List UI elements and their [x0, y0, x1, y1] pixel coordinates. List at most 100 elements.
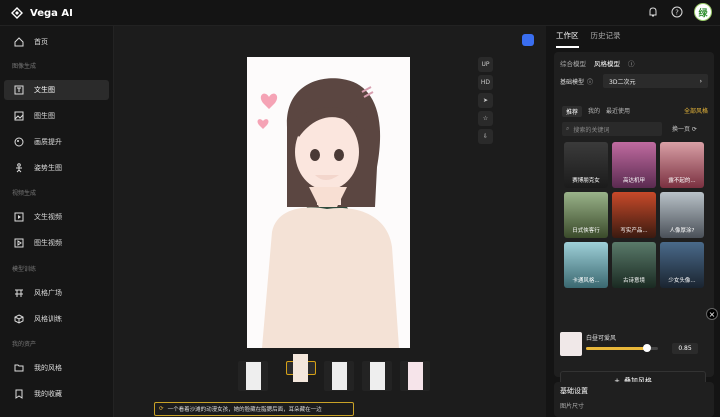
nav-img2img[interactable]: 图生图 [4, 106, 109, 126]
chevron-right-icon: › [699, 77, 702, 85]
nav-txt2video[interactable]: 文生视频 [4, 207, 109, 227]
base-model-value: 3D二次元 [609, 78, 636, 86]
current-style-row: 白昼可爱风 0.85 [560, 327, 706, 361]
app-name: Vega AI [30, 7, 73, 19]
app-logo[interactable]: Vega AI [10, 6, 73, 20]
tab-workspace[interactable]: 工作区 [556, 30, 579, 48]
swap-button[interactable]: 换一页 ⟳ [672, 124, 697, 133]
weight-slider-handle[interactable] [643, 344, 652, 352]
refresh-icon: ⟳ [159, 406, 164, 412]
nav-img2video[interactable]: 图生视频 [4, 233, 109, 253]
close-icon[interactable]: × [706, 308, 718, 320]
filter-recommend[interactable]: 推荐 [562, 106, 583, 117]
nav-label: 风格广场 [34, 289, 62, 297]
current-style-thumb [560, 332, 582, 356]
filter-mine[interactable]: 我的 [588, 106, 600, 117]
info-icon: ⓘ [587, 78, 594, 86]
thumbnail[interactable] [238, 361, 268, 391]
nav-style-square[interactable]: 风格广场 [4, 283, 109, 303]
folder-icon [14, 364, 24, 372]
weight-slider[interactable] [586, 344, 658, 352]
style-card-label: 写实产品... [620, 228, 648, 234]
generated-image[interactable] [247, 57, 410, 348]
thumbnail-strip [238, 354, 430, 391]
svg-text:?: ? [675, 9, 679, 17]
style-card-label: 高达机甲 [622, 178, 645, 184]
nav-pose[interactable]: 姿势生图 [4, 158, 109, 178]
info-icon: ⓘ [628, 60, 635, 68]
image-toolbar: UP HD ➤ ☆ ⇩ [478, 57, 493, 144]
nav-label: 图生视频 [34, 239, 62, 247]
base-model-select[interactable]: 3D二次元 › [603, 74, 708, 88]
nav-label: 文生图 [34, 86, 55, 94]
style-grid: 赛博朋克女 高达机甲 露不起的... 日式侠客行 写实产品... 人像厚涂? 卡… [564, 142, 704, 288]
nav-label: 文生视频 [34, 213, 62, 221]
subtab-general[interactable]: 综合模型 [560, 58, 586, 68]
nav-label: 风格训练 [34, 315, 62, 323]
style-card[interactable]: 露不起的... [660, 142, 704, 188]
star-icon[interactable]: ☆ [478, 111, 493, 126]
style-card[interactable]: 人像厚涂? [660, 192, 704, 238]
style-card[interactable]: 卡通风格... [564, 242, 608, 288]
basic-settings: 基础设置 图片尺寸 [554, 382, 714, 417]
nav-home[interactable]: 首页 [4, 32, 109, 52]
bell-icon[interactable] [646, 5, 660, 19]
thumbnail[interactable] [362, 361, 392, 391]
cursor-icon[interactable]: ➤ [478, 93, 493, 108]
nav-label: 姿势生图 [34, 164, 62, 172]
nav-upscale[interactable]: 画质提升 [4, 132, 109, 152]
right-panel: 工作区 历史记录 综合模型 风格模型 ⓘ 基础模型 ⓘ 3D二次元 › 推荐 我… [546, 26, 720, 417]
style-panel: 综合模型 风格模型 ⓘ 基础模型 ⓘ 3D二次元 › 推荐 我的 最近使用 全部… [554, 52, 718, 391]
canvas-area: UP HD ➤ ☆ ⇩ ⟳ 一个看着沙滩的动漫女孩，她的脸藏在脂腮后面，耳朵藏在… [114, 26, 546, 417]
avatar[interactable]: 绿 [694, 3, 712, 21]
weight-value[interactable]: 0.85 [672, 343, 698, 354]
bookmark-icon [15, 389, 23, 399]
nav-my-favorites[interactable]: 我的收藏 [4, 384, 109, 404]
weight-slider-fill [586, 347, 648, 350]
thumbnail[interactable] [400, 361, 430, 391]
prompt-label: 一个看着沙滩的动漫女孩，她的脸藏在脂腮后面，耳朵藏在一边 [167, 407, 322, 413]
image-icon [14, 111, 24, 121]
basic-settings-title: 基础设置 [560, 387, 588, 395]
subtab-style[interactable]: 风格模型 [594, 58, 620, 68]
style-card-label: 赛博朋克女 [572, 178, 600, 184]
prompt-text[interactable]: ⟳ 一个看着沙滩的动漫女孩，她的脸藏在脂腮后面，耳朵藏在一边 [154, 402, 354, 416]
video-image-icon [14, 238, 24, 248]
nav-txt2img[interactable]: 文生图 [4, 80, 109, 100]
help-icon[interactable]: ? [670, 5, 684, 19]
style-search-input[interactable]: ⌕ 搜索的关键词 [562, 122, 662, 136]
thumbnail-selected[interactable] [286, 354, 316, 382]
style-card[interactable]: 日式侠客行 [564, 192, 608, 238]
style-card[interactable]: 少女头像... [660, 242, 704, 288]
nav-label: 我的收藏 [34, 390, 62, 398]
style-card[interactable]: 古诗意境 [612, 242, 656, 288]
filter-recent[interactable]: 最近使用 [606, 106, 630, 117]
nav-label: 我的风格 [34, 364, 62, 372]
style-card-label: 卡通风格... [572, 278, 600, 284]
hd-button[interactable]: HD [478, 75, 493, 90]
swap-label: 换一页 [672, 126, 691, 133]
style-card[interactable]: 高达机甲 [612, 142, 656, 188]
search-placeholder: 搜索的关键词 [573, 126, 610, 134]
style-card[interactable]: 写实产品... [612, 192, 656, 238]
tab-history[interactable]: 历史记录 [591, 30, 621, 48]
download-icon[interactable]: ⇩ [478, 129, 493, 144]
current-style-name: 白昼可爱风 [586, 335, 617, 342]
style-card[interactable]: 赛博朋克女 [564, 142, 608, 188]
style-card-label: 少女头像... [668, 278, 696, 284]
text-icon [14, 85, 24, 95]
upscale-button[interactable]: UP [478, 57, 493, 72]
cube-icon [14, 314, 24, 324]
thumbnail[interactable] [324, 361, 354, 391]
pin-icon[interactable] [522, 34, 534, 46]
section-label: 我的资产 [12, 341, 37, 348]
nav-my-styles[interactable]: 我的风格 [4, 358, 109, 378]
nav-label: 首页 [34, 38, 48, 46]
filter-all[interactable]: 全部风格 [684, 106, 708, 117]
base-model-label: 基础模型 [560, 78, 585, 86]
nav-style-train[interactable]: 风格训练 [4, 309, 109, 329]
home-icon [14, 37, 24, 47]
style-card-label: 古诗意境 [622, 278, 645, 284]
logo-icon [11, 7, 23, 19]
section-label: 模型训练 [12, 266, 37, 273]
